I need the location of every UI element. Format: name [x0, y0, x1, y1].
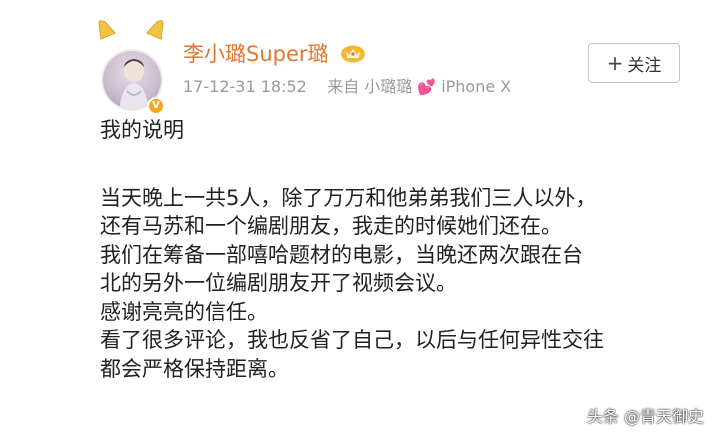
ear-decoration-icon [146, 20, 164, 40]
post-line: 还有马苏和一个编剧朋友，我走的时候她们还在。 [100, 214, 562, 238]
post-line: 北的另外一位编剧朋友开了视频会议。 [100, 271, 457, 295]
post-line: 感谢亮亮的信任。 [100, 299, 268, 324]
post-timestamp[interactable]: 17-12-31 18:52 [183, 77, 307, 96]
author-name[interactable]: 李小璐Super璐 [183, 38, 329, 68]
source-name-link[interactable]: 小璐璐 [364, 77, 412, 96]
device-name[interactable]: iPhone X [441, 77, 511, 96]
crown-badge-icon[interactable] [340, 41, 366, 63]
plus-icon: + [606, 51, 624, 75]
post-line: 当天晚上一共5人，除了万万和他弟弟我们三人以外， [100, 185, 597, 210]
heart-icon: 💕 [417, 78, 437, 96]
avatar-container[interactable]: V [97, 19, 169, 115]
post-line: 看了很多评论，我也反省了自己，以后与任何异性交往 [100, 328, 604, 352]
post-line: 我们在筹备一部嘻哈题材的电影，当晚还两次跟在台 [100, 242, 583, 267]
verified-badge-icon: V [147, 97, 165, 115]
weibo-post: V 李小璐Super璐 17-12-31 18:52 来自 小璐璐 💕 iPho… [0, 0, 716, 441]
follow-button[interactable]: + 关注 [588, 43, 680, 83]
post-line: 都会严格保持距离。 [100, 356, 289, 381]
post-content: 我的说明 当天晚上一共5人，除了万万和他弟弟我们三人以外， 还有马苏和一个编剧朋… [100, 116, 700, 383]
post-title: 我的说明 [100, 118, 184, 142]
source-prefix: 来自 [327, 77, 360, 96]
post-meta: 17-12-31 18:52 来自 小璐璐 💕 iPhone X [183, 73, 511, 97]
follow-button-label: 关注 [627, 55, 662, 76]
ear-decoration-icon [98, 20, 116, 40]
watermark: 头条 @青天御史 [586, 407, 704, 426]
